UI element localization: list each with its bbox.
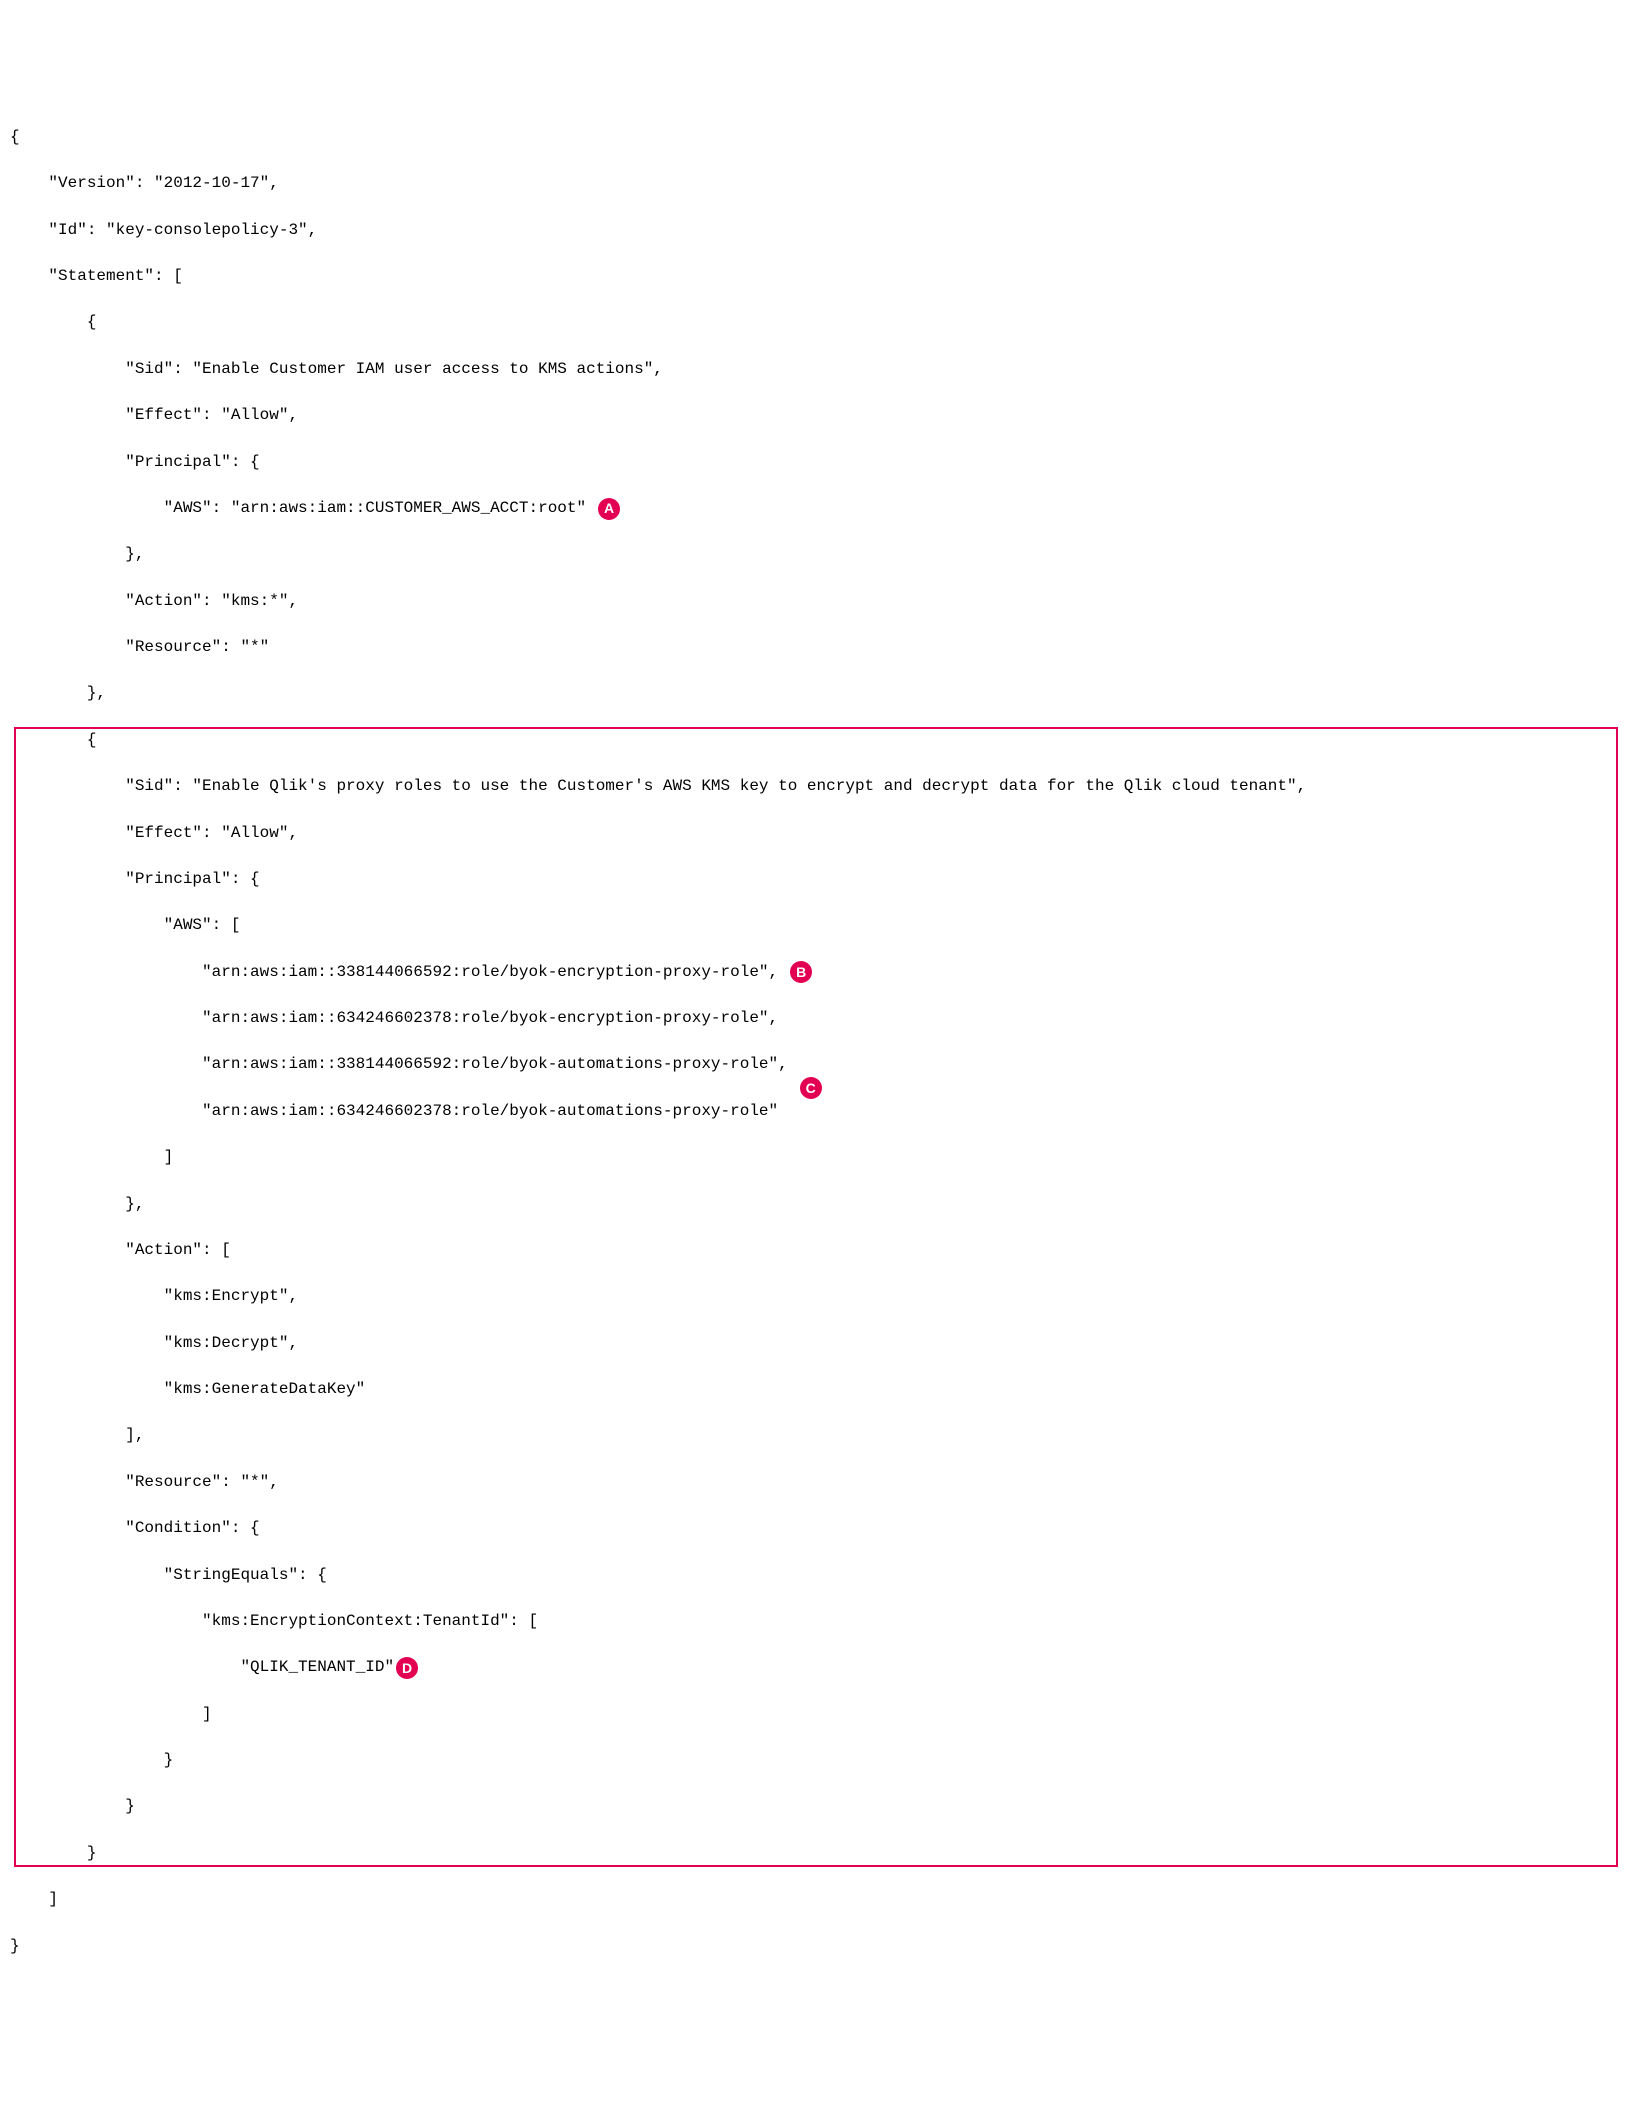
code-line: "Resource": "*", bbox=[10, 1471, 1622, 1494]
code-line: { bbox=[10, 311, 1622, 334]
code-line: "Condition": { bbox=[10, 1517, 1622, 1540]
code-line: }, bbox=[10, 543, 1622, 566]
code-line: "Statement": [ bbox=[10, 265, 1622, 288]
code-line: "StringEquals": { bbox=[10, 1564, 1622, 1587]
code-line: "AWS": "arn:aws:iam::CUSTOMER_AWS_ACCT:r… bbox=[10, 497, 1622, 520]
code-line: ] bbox=[10, 1146, 1622, 1169]
code-line: "Effect": "Allow", bbox=[10, 822, 1622, 845]
code-line: "arn:aws:iam::338144066592:role/byok-aut… bbox=[10, 1053, 1622, 1076]
code-line: { bbox=[10, 729, 1622, 752]
code-line: "Action": "kms:*", bbox=[10, 590, 1622, 613]
code-line: "Resource": "*" bbox=[10, 636, 1622, 659]
code-line: ], bbox=[10, 1424, 1622, 1447]
code-line: "kms:GenerateDataKey" bbox=[10, 1378, 1622, 1401]
code-line: "arn:aws:iam::634246602378:role/byok-aut… bbox=[10, 1100, 1622, 1123]
code-line: "arn:aws:iam::338144066592:role/byok-enc… bbox=[10, 961, 1622, 984]
code-line: ] bbox=[10, 1888, 1622, 1911]
code-line: } bbox=[10, 1749, 1622, 1772]
code-line: ] bbox=[10, 1703, 1622, 1726]
code-line: }, bbox=[10, 682, 1622, 705]
code-line: "Id": "key-consolepolicy-3", bbox=[10, 219, 1622, 242]
code-block: { "Version": "2012-10-17", "Id": "key-co… bbox=[10, 103, 1622, 2112]
code-line: "Version": "2012-10-17", bbox=[10, 172, 1622, 195]
code-line: { bbox=[10, 126, 1622, 149]
code-line: "Effect": "Allow", bbox=[10, 404, 1622, 427]
code-line: "Sid": "Enable Customer IAM user access … bbox=[10, 358, 1622, 381]
code-line: } bbox=[10, 1842, 1622, 1865]
code-line: } bbox=[10, 1795, 1622, 1818]
code-line: } bbox=[10, 1935, 1622, 1958]
code-line: "kms:Encrypt", bbox=[10, 1285, 1622, 1308]
code-line: "Action": [ bbox=[10, 1239, 1622, 1262]
code-line: "Sid": "Enable Qlik's proxy roles to use… bbox=[10, 775, 1622, 798]
annotation-marker-a: A bbox=[598, 498, 620, 520]
code-line: "Principal": { bbox=[10, 451, 1622, 474]
annotation-marker-d: D bbox=[396, 1657, 418, 1679]
code-line: "kms:EncryptionContext:TenantId": [ bbox=[10, 1610, 1622, 1633]
annotation-marker-c: C bbox=[800, 1077, 822, 1099]
code-line: }, bbox=[10, 1193, 1622, 1216]
code-line: "kms:Decrypt", bbox=[10, 1332, 1622, 1355]
code-line: "Principal": { bbox=[10, 868, 1622, 891]
code-line: "AWS": [ bbox=[10, 914, 1622, 937]
code-line: "arn:aws:iam::634246602378:role/byok-enc… bbox=[10, 1007, 1622, 1030]
code-line: "QLIK_TENANT_ID" bbox=[10, 1656, 1622, 1679]
